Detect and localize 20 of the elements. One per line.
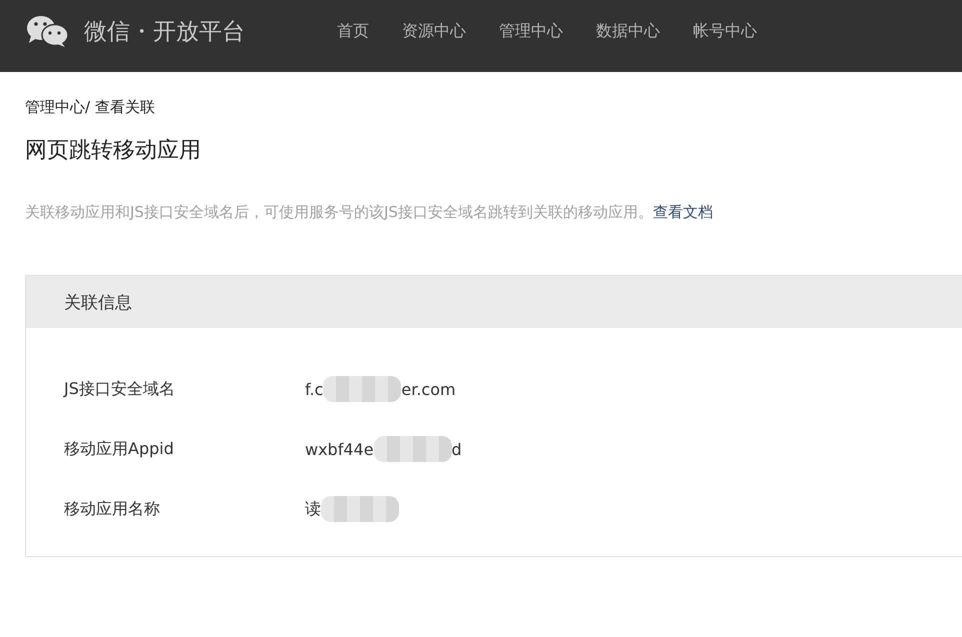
field-value: wxbf44e <box>305 440 374 458</box>
page-title: 网页跳转移动应用 <box>25 137 202 165</box>
field-value: f.c <box>305 380 324 398</box>
panel-title: 关联信息 <box>64 292 132 314</box>
docs-link[interactable]: 查看文档 <box>652 203 713 221</box>
field-value: er.com <box>401 380 456 398</box>
nav-link[interactable]: 管理中心 <box>499 20 563 42</box>
breadcrumb: 管理中心/ 查看关联 <box>25 98 156 117</box>
nav-link[interactable]: 帐号中心 <box>693 20 757 42</box>
nav-link[interactable]: 资源中心 <box>402 20 466 42</box>
field-value: d <box>452 440 462 458</box>
nav-link[interactable]: 首页 <box>337 20 369 42</box>
description-text: 关联移动应用和JS接口安全域名后，可使用服务号的该JS接口安全域名跳转到关联的移动应用。查看文档 <box>25 203 714 222</box>
chat-bubbles-icon <box>25 14 69 48</box>
brand-title: 微信・开放平台 <box>84 18 245 46</box>
field-label: 移动应用名称 <box>64 498 161 520</box>
field-label: JS接口安全域名 <box>64 378 176 400</box>
nav-link[interactable]: 数据中心 <box>596 20 660 42</box>
field-label: 移动应用Appid <box>64 438 175 460</box>
field-value: 读 <box>305 498 321 520</box>
